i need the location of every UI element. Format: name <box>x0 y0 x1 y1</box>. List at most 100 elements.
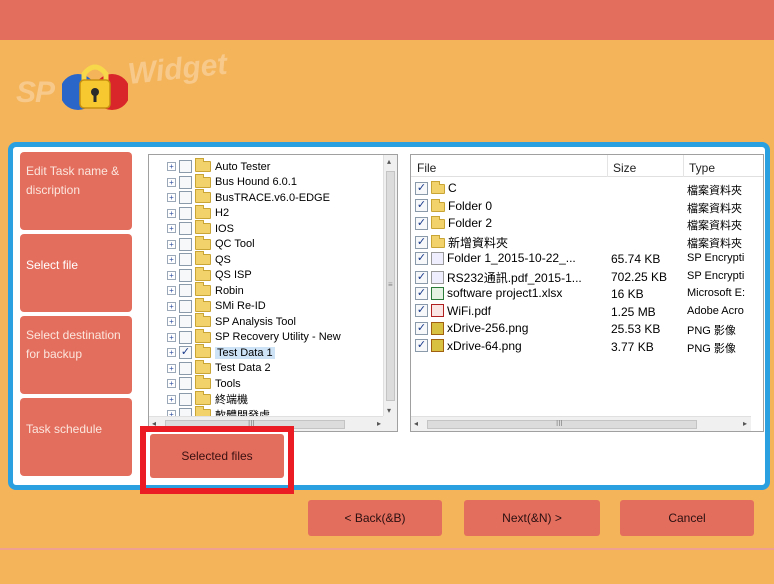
tree-checkbox[interactable] <box>179 191 192 204</box>
file-name: xDrive-64.png <box>447 338 522 353</box>
step-edit-task-name[interactable]: Edit Task name & discription <box>20 152 132 230</box>
step-select-file[interactable]: Select file <box>20 234 132 312</box>
tree-checkbox[interactable] <box>179 175 192 189</box>
tree-checkbox[interactable] <box>179 377 192 390</box>
expand-icon[interactable]: + <box>167 348 176 357</box>
expand-icon[interactable]: + <box>167 224 176 233</box>
table-row[interactable]: ✓ C 檔案資料夾 <box>411 180 763 197</box>
folder-tree[interactable]: + Auto Tester + Bus Hound 6.0.1 + BusTRACE.v6… <box>148 154 398 432</box>
scroll-left-icon[interactable]: ◂ <box>414 419 418 428</box>
column-header-file[interactable]: File <box>417 161 436 175</box>
tree-item[interactable]: + SP Recovery Utility - New <box>167 328 341 345</box>
tree-item[interactable]: + QS ISP <box>167 266 252 283</box>
folder-icon <box>195 359 211 374</box>
expand-icon[interactable]: + <box>167 239 176 249</box>
step-task-schedule[interactable]: Task schedule <box>20 398 132 476</box>
tree-item[interactable]: + Tools <box>167 375 241 391</box>
tree-checkbox[interactable] <box>179 253 192 266</box>
tree-item[interactable]: + Test Data 2 <box>167 359 271 376</box>
tree-checkbox[interactable] <box>179 330 192 344</box>
tree-checkbox[interactable] <box>179 392 192 406</box>
table-row[interactable]: ✓ WiFi.pdf 1.25 MB Adobe Acro <box>411 303 763 320</box>
column-divider[interactable] <box>607 155 608 177</box>
table-row[interactable]: ✓ Folder 2 檔案資料夾 <box>411 215 763 232</box>
table-row[interactable]: ✓ Folder 0 檔案資料夾 <box>411 198 763 215</box>
tree-checkbox[interactable] <box>179 315 192 328</box>
tree-item[interactable]: + ✓ Test Data 1 <box>167 344 275 360</box>
file-checkbox[interactable]: ✓ <box>415 216 428 230</box>
tree-item[interactable]: + 終端機 <box>167 390 248 407</box>
tree-item[interactable]: + Auto Tester <box>167 158 271 174</box>
expand-icon[interactable]: + <box>167 317 176 326</box>
tree-item[interactable]: + QS <box>167 251 231 267</box>
file-checkbox[interactable]: ✓ <box>415 321 428 335</box>
expand-icon[interactable]: + <box>167 301 176 311</box>
expand-icon[interactable]: + <box>167 193 176 202</box>
file-type: PNG 影像 <box>687 342 736 355</box>
file-size: 16 KB <box>611 287 644 301</box>
file-checkbox[interactable]: ✓ <box>415 181 428 195</box>
tree-checkbox[interactable] <box>179 284 192 297</box>
column-divider[interactable] <box>683 155 684 177</box>
file-checkbox[interactable]: ✓ <box>415 270 428 284</box>
expand-icon[interactable]: + <box>167 255 176 264</box>
folder-icon <box>431 216 445 229</box>
tree-checkbox[interactable] <box>179 206 192 220</box>
tree-checkbox[interactable] <box>179 268 192 282</box>
tree-item[interactable]: + SMi Re-ID <box>167 297 266 314</box>
expand-icon[interactable]: + <box>167 177 176 187</box>
expand-icon[interactable]: + <box>167 332 176 342</box>
file-checkbox[interactable]: ✓ <box>415 339 428 352</box>
excel-file-icon <box>431 286 444 300</box>
table-row[interactable]: ✓ Folder 1_2015-10-22_... 65.74 KB SP Encry… <box>411 250 763 267</box>
tree-item[interactable]: + Robin <box>167 282 244 298</box>
scroll-right-icon[interactable]: ▸ <box>377 419 381 428</box>
tree-item[interactable]: + SP Analysis Tool <box>167 313 296 329</box>
file-type: Adobe Acro <box>687 304 744 317</box>
scroll-down-icon[interactable]: ▾ <box>387 406 391 415</box>
file-checkbox[interactable]: ✓ <box>415 199 428 212</box>
table-row[interactable]: ✓ RS232通訊.pdf_2015-1... 702.25 KB SP Encryp… <box>411 268 763 285</box>
column-header-size[interactable]: Size <box>613 161 636 175</box>
scroll-right-icon[interactable]: ▸ <box>743 419 747 428</box>
file-list-scroll-thumb[interactable]: III <box>427 419 697 429</box>
file-list-horizontal-scrollbar[interactable]: ◂ III ▸ <box>411 416 751 431</box>
file-checkbox[interactable]: ✓ <box>415 251 428 265</box>
expand-icon[interactable]: + <box>167 270 176 280</box>
table-row[interactable]: ✓ xDrive-64.png 3.77 KB PNG 影像 <box>411 338 763 355</box>
file-name: Folder 1_2015-10-22_... <box>447 251 576 265</box>
back-button[interactable]: < Back(&B) <box>308 500 442 536</box>
expand-icon[interactable]: + <box>167 162 176 171</box>
next-button[interactable]: Next(&N) > <box>464 500 600 536</box>
tree-item[interactable]: + H2 <box>167 204 229 221</box>
expand-icon[interactable]: + <box>167 208 176 218</box>
scroll-up-icon[interactable]: ▴ <box>387 157 391 166</box>
file-checkbox[interactable]: ✓ <box>415 235 428 249</box>
tree-vertical-scroll-thumb[interactable]: ≡ <box>386 171 395 401</box>
column-header-type[interactable]: Type <box>689 161 715 175</box>
file-list[interactable]: File Size Type ✓ C 檔案資料夾 ✓ Folder 0 檔案資料夾 ✓ Fol… <box>410 154 764 432</box>
expand-icon[interactable]: + <box>167 286 176 295</box>
tree-checkbox[interactable]: ✓ <box>179 346 192 359</box>
tree-checkbox[interactable] <box>179 222 192 235</box>
step-select-destination[interactable]: Select destination for backup <box>20 316 132 394</box>
table-row[interactable]: ✓ xDrive-256.png 25.53 KB PNG 影像 <box>411 320 763 337</box>
tree-item[interactable]: + Bus Hound 6.0.1 <box>167 173 297 190</box>
expand-icon[interactable]: + <box>167 379 176 388</box>
tree-checkbox[interactable] <box>179 299 192 313</box>
tree-vertical-scrollbar[interactable]: ▴ ≡ ▾ <box>383 155 397 417</box>
expand-icon[interactable]: + <box>167 363 176 373</box>
table-row[interactable]: ✓ software project1.xlsx 16 KB Microsoft E: <box>411 285 763 302</box>
tree-checkbox[interactable] <box>179 237 192 251</box>
tree-item[interactable]: + QC Tool <box>167 235 255 252</box>
tree-item-label: Auto Tester <box>215 160 271 173</box>
expand-icon[interactable]: + <box>167 394 176 404</box>
table-row[interactable]: ✓ 新增資料夾 檔案資料夾 <box>411 233 763 250</box>
file-checkbox[interactable]: ✓ <box>415 286 428 300</box>
cancel-button[interactable]: Cancel <box>620 500 754 536</box>
tree-item[interactable]: + IOS <box>167 220 234 236</box>
file-checkbox[interactable]: ✓ <box>415 304 428 317</box>
tree-item[interactable]: + BusTRACE.v6.0-EDGE <box>167 189 330 205</box>
tree-checkbox[interactable] <box>179 361 192 375</box>
tree-checkbox[interactable] <box>179 160 192 173</box>
